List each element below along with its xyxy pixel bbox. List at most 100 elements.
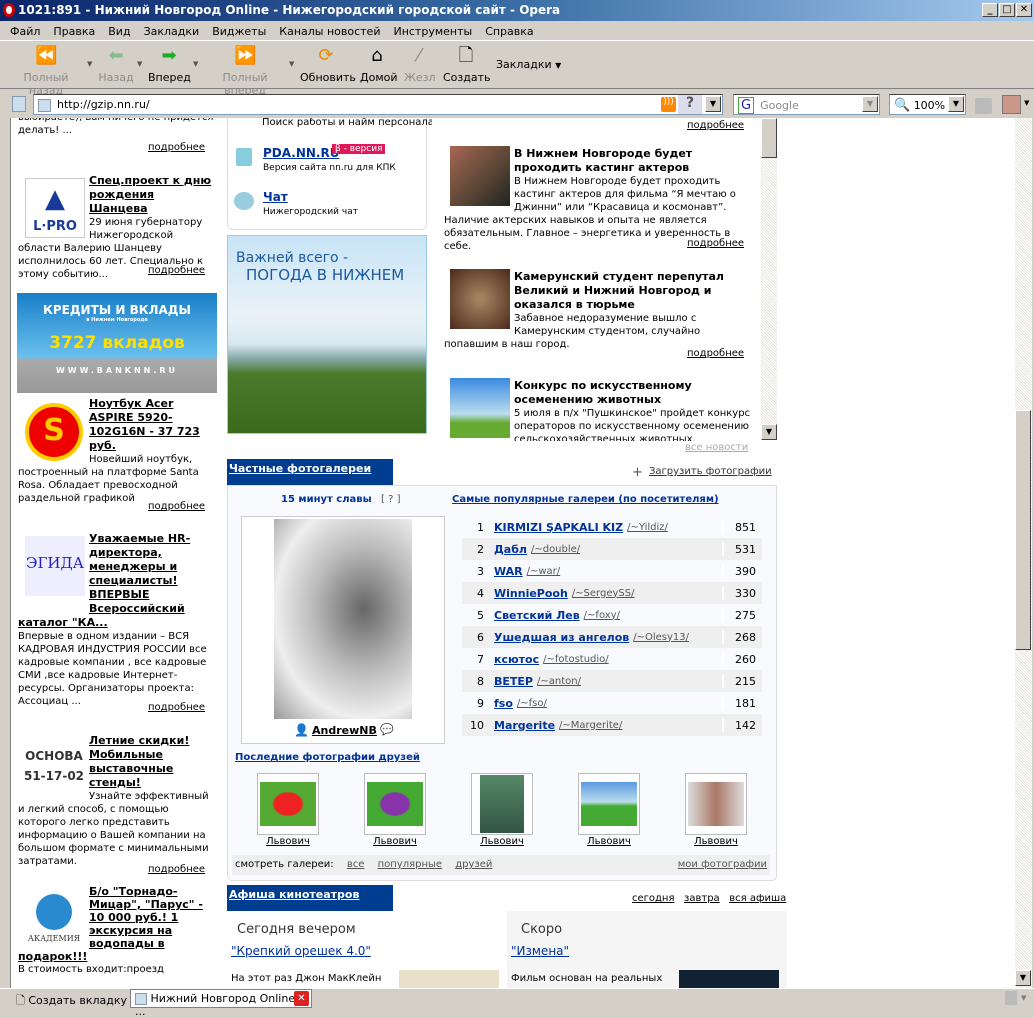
- fast-forward-dropdown-icon[interactable]: ▼: [289, 60, 294, 68]
- my-photos-link[interactable]: мои фотографии: [678, 859, 767, 870]
- url-input[interactable]: http://gzip.nn.ru/ ))) ? ▼: [33, 94, 723, 115]
- friend-photo[interactable]: [257, 773, 319, 835]
- news-scrollbar-thumb[interactable]: [761, 118, 777, 158]
- menu-widgets[interactable]: Виджеты: [212, 25, 266, 40]
- rss-feed-icon[interactable]: ))): [661, 97, 676, 112]
- cinema-today-link[interactable]: сегодня: [632, 893, 675, 904]
- pda-link[interactable]: PDA.NN.RU: [263, 146, 339, 160]
- news-scroll-down-button[interactable]: ▼: [761, 424, 777, 440]
- view-all-link[interactable]: все: [347, 859, 365, 870]
- news-scrollbar[interactable]: ▼: [761, 118, 777, 440]
- more-link[interactable]: подробнее: [148, 864, 205, 875]
- help-icon[interactable]: ?: [678, 95, 702, 114]
- news-title-link[interactable]: Конкурс по искусственному осеменению жив…: [514, 379, 692, 406]
- rewind-dropdown-icon[interactable]: ▼: [87, 60, 92, 68]
- chat-link[interactable]: Чат: [263, 190, 288, 204]
- trash-icon[interactable]: [1005, 991, 1017, 1005]
- friends-photos-link[interactable]: Последние фотографии друзей: [235, 752, 420, 763]
- forward-button[interactable]: ➡ Вперед: [148, 46, 191, 85]
- gallery-user-link[interactable]: /~war/: [527, 566, 561, 577]
- gallery-name-link[interactable]: Margerite: [494, 719, 555, 732]
- promo-title-link[interactable]: Ноутбук Acer ASPIRE 5920-102G16N - 37 72…: [89, 397, 200, 452]
- film-poster[interactable]: [399, 970, 499, 988]
- more-link[interactable]: подробнее: [148, 702, 205, 713]
- bookmarks-button[interactable]: Закладки ▼: [496, 58, 561, 71]
- friend-name-link[interactable]: Львович: [364, 836, 426, 847]
- menu-edit[interactable]: Правка: [53, 25, 95, 40]
- page-info-icon[interactable]: [12, 96, 26, 112]
- menu-feeds[interactable]: Каналы новостей: [279, 25, 380, 40]
- friend-name-link[interactable]: Львович: [257, 836, 319, 847]
- tab-active[interactable]: Нижний Новгород Online ... ✕: [130, 989, 312, 1018]
- fame-photo[interactable]: [274, 519, 412, 719]
- view-friends-link[interactable]: друзей: [455, 859, 492, 870]
- wand-button[interactable]: ⁄ Жезл: [404, 46, 436, 85]
- lock-icon[interactable]: [975, 98, 992, 114]
- popular-galleries-link[interactable]: Самые популярные галереи (по посетителям…: [452, 494, 719, 505]
- gallery-name-link[interactable]: WAR: [494, 565, 523, 578]
- weather-ad-banner[interactable]: Важней всего - ПОГОДА В НИЖНЕМ: [227, 235, 427, 434]
- more-link[interactable]: подробнее: [148, 142, 205, 153]
- forward-dropdown-icon[interactable]: ▼: [193, 60, 198, 68]
- page-scroll-down-button[interactable]: ▼: [1015, 970, 1031, 986]
- upload-photos-link[interactable]: Загрузить фотографии: [649, 466, 772, 477]
- trash-dropdown-icon[interactable]: ▼: [1021, 994, 1026, 1002]
- friend-photo[interactable]: [471, 773, 533, 835]
- maximize-button[interactable]: □: [999, 3, 1015, 17]
- gallery-header-link[interactable]: Частные фотогалереи: [229, 462, 371, 475]
- soon-film-link[interactable]: "Измена": [511, 944, 569, 958]
- back-dropdown-icon[interactable]: ▼: [137, 60, 142, 68]
- news-title-link[interactable]: В Нижнем Новгороде будет проходить касти…: [514, 147, 692, 174]
- gallery-name-link[interactable]: Светский Лев: [494, 609, 580, 622]
- back-button[interactable]: ⬅ Назад: [98, 46, 134, 85]
- friend-photo[interactable]: [685, 773, 747, 835]
- page-scrollbar[interactable]: ▼: [1015, 118, 1032, 988]
- page-scrollbar-thumb[interactable]: [1015, 410, 1031, 650]
- gallery-name-link[interactable]: ВЕТЕР: [494, 675, 533, 688]
- more-link[interactable]: подробнее: [148, 265, 205, 276]
- fame-user-link[interactable]: AndrewNB: [312, 724, 377, 737]
- gallery-user-link[interactable]: /~anton/: [537, 676, 581, 687]
- film-poster[interactable]: [679, 970, 779, 988]
- url-dropdown-button[interactable]: ▼: [705, 96, 721, 112]
- gallery-user-link[interactable]: /~fotostudio/: [543, 654, 609, 665]
- gallery-user-link[interactable]: /~Olesy13/: [633, 632, 689, 643]
- gallery-name-link[interactable]: Ушедшая из ангелов: [494, 631, 629, 644]
- bank-ad-banner[interactable]: КРЕДИТЫ И ВКЛАДЫ в Нижнем Новгороде 3727…: [17, 293, 217, 393]
- new-tab-button[interactable]: 🗋 Создать вкладку: [12, 990, 131, 1007]
- home-button[interactable]: ⌂ Домой: [360, 46, 398, 85]
- menu-view[interactable]: Вид: [108, 25, 130, 40]
- close-tab-icon[interactable]: ✕: [294, 991, 309, 1006]
- friend-name-link[interactable]: Львович: [471, 836, 533, 847]
- add-comment-icon[interactable]: 💬: [380, 723, 394, 736]
- avatar-dropdown-icon[interactable]: ▼: [1024, 99, 1029, 107]
- fame-help-link[interactable]: [ ? ]: [381, 494, 400, 505]
- more-link[interactable]: подробнее: [687, 238, 744, 249]
- gallery-name-link[interactable]: ксютос: [494, 653, 539, 666]
- promo-title-link[interactable]: Спец.проект к дню рождения Шанцева: [89, 174, 211, 215]
- user-avatar-icon[interactable]: [1002, 95, 1021, 114]
- search-dropdown-button[interactable]: ▼: [862, 96, 878, 112]
- promo-title-link[interactable]: Летние скидки! Мобильные выставочные сте…: [89, 734, 189, 789]
- gallery-name-link[interactable]: KIRMIZI ŞAPKALI KIZ: [494, 521, 623, 534]
- gallery-user-link[interactable]: /~Margerite/: [559, 720, 622, 731]
- more-link[interactable]: подробнее: [687, 348, 744, 359]
- cinema-tomorrow-link[interactable]: завтра: [684, 893, 720, 904]
- gallery-user-link[interactable]: /~SergeySS/: [572, 588, 635, 599]
- gallery-name-link[interactable]: fso: [494, 697, 513, 710]
- search-input[interactable]: G Google ▼: [733, 94, 880, 115]
- menu-help[interactable]: Справка: [485, 25, 533, 40]
- menu-tools[interactable]: Инструменты: [393, 25, 472, 40]
- friend-name-link[interactable]: Львович: [685, 836, 747, 847]
- close-button[interactable]: ✕: [1016, 3, 1032, 17]
- friend-name-link[interactable]: Львович: [578, 836, 640, 847]
- gallery-user-link[interactable]: /~double/: [531, 544, 580, 555]
- news-title-link[interactable]: Камерунский студент перепутал Великий и …: [514, 270, 724, 311]
- gallery-user-link[interactable]: /~fso/: [517, 698, 547, 709]
- more-link[interactable]: подробнее: [148, 501, 205, 512]
- menu-bookmarks[interactable]: Закладки: [144, 25, 200, 40]
- zoom-select[interactable]: 🔍 100% ▼: [889, 94, 966, 115]
- gallery-name-link[interactable]: Дабл: [494, 543, 527, 556]
- cinema-all-link[interactable]: вся афиша: [729, 893, 786, 904]
- gallery-user-link[interactable]: /~foxy/: [584, 610, 620, 621]
